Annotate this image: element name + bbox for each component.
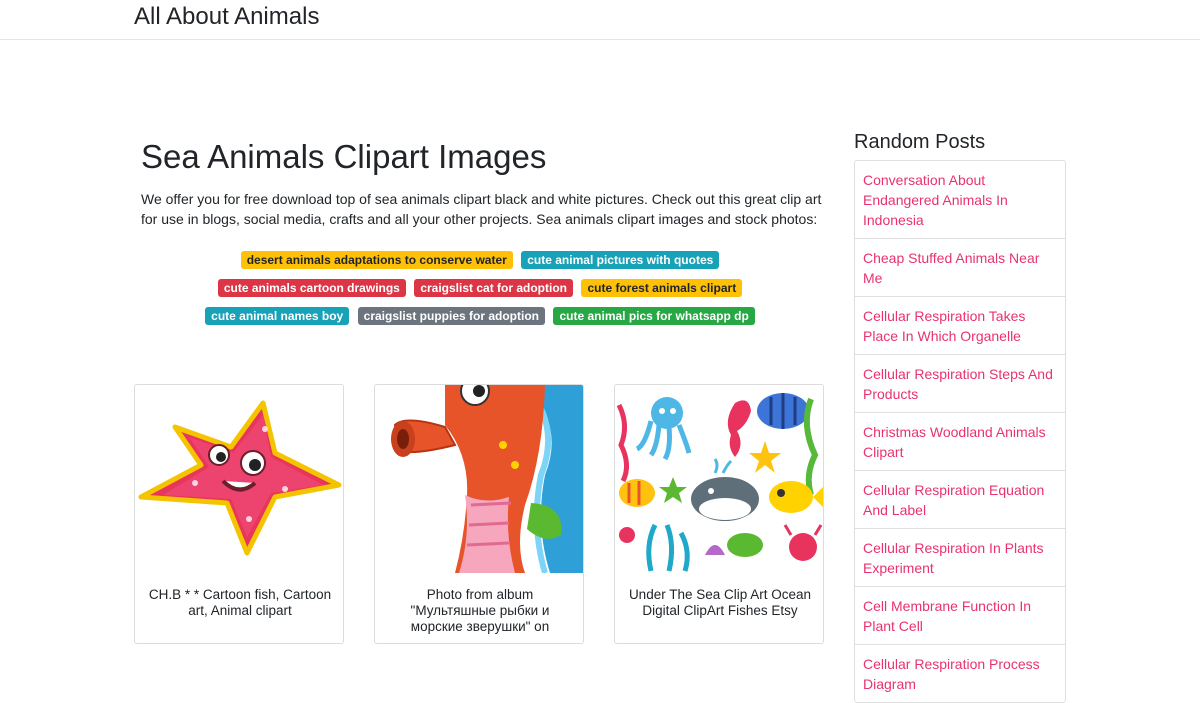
tag-badge[interactable]: cute animal pics for whatsapp dp [553,307,755,325]
page-title: Sea Animals Clipart Images [141,138,547,175]
tag-badge[interactable]: cute forest animals clipart [581,279,743,297]
tag-badge[interactable]: craigslist puppies for adoption [357,307,546,325]
tag-badge[interactable]: cute animals cartoon drawings [217,279,406,297]
random-post-link[interactable]: Conversation About Endangered Animals In… [855,161,1065,239]
random-post-link[interactable]: Christmas Woodland Animals Clipart [855,413,1065,471]
random-post-link[interactable]: Cellular Respiration Takes Place In Whic… [855,297,1065,355]
tag-badge[interactable]: craigslist cat for adoption [414,279,574,297]
tag-badge[interactable]: cute animal pictures with quotes [521,251,720,269]
random-post-link[interactable]: Cellular Respiration Process Diagram [855,645,1065,702]
site-brand-link[interactable]: All About Animals [134,3,319,31]
random-post-link[interactable]: Cheap Stuffed Animals Near Me [855,239,1065,297]
random-post-link[interactable]: Cellular Respiration Equation And Label [855,471,1065,529]
seahorse-icon[interactable] [375,385,584,573]
tag-cloud: desert animals adaptations to conserve w… [134,246,826,330]
article-intro: We offer you for free download top of se… [141,191,822,227]
starfish-icon[interactable] [135,385,344,573]
random-post-link[interactable]: Cellular Respiration In Plants Experimen… [855,529,1065,587]
card-caption: Under The Sea Clip Art Ocean Digital Cli… [628,587,812,618]
image-card[interactable]: Under The Sea Clip Art Ocean Digital Cli… [614,384,824,644]
sidebar-title: Random Posts [854,131,986,153]
image-cards: CH.B * * Cartoon fish, Cartoon art, Anim… [134,384,826,644]
random-posts-list: Conversation About Endangered Animals In… [854,160,1066,703]
image-card[interactable]: Photo from album "Мультяшные рыбки и мор… [374,384,584,644]
random-post-link[interactable]: Cellular Respiration Steps And Products [855,355,1065,413]
card-caption: Photo from album "Мультяшные рыбки и мор… [410,587,550,634]
navbar: All About Animals [0,0,1200,40]
sea-creatures-icon[interactable] [615,385,824,573]
image-card[interactable]: CH.B * * Cartoon fish, Cartoon art, Anim… [134,384,344,644]
tag-badge[interactable]: desert animals adaptations to conserve w… [240,251,513,269]
random-post-link[interactable]: Cell Membrane Function In Plant Cell [855,587,1065,645]
card-caption: CH.B * * Cartoon fish, Cartoon art, Anim… [148,587,332,618]
tag-badge[interactable]: cute animal names boy [205,307,350,325]
